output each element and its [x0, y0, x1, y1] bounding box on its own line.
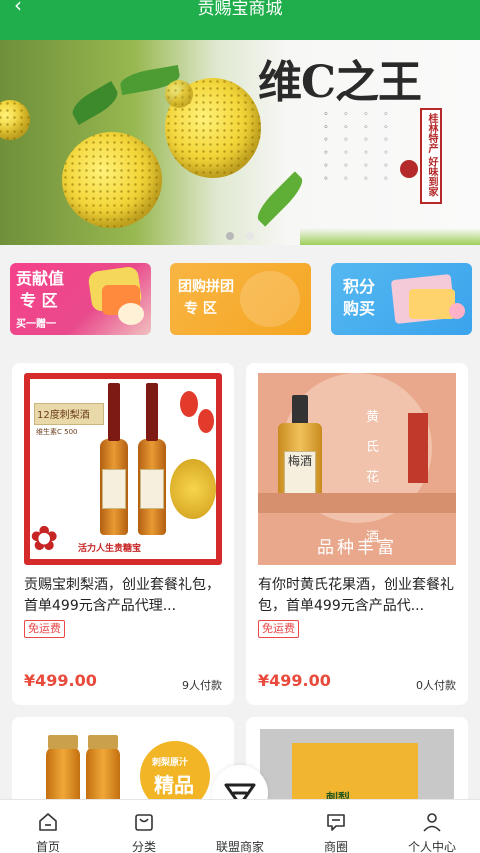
- sold-count: 0人付款: [416, 679, 456, 692]
- lantern-icon: [198, 409, 214, 433]
- product-vertical-text: 黄氏花果酒: [366, 410, 380, 545]
- free-shipping-tag: 免运费: [258, 620, 299, 638]
- seal-label: 桂林特产 好味到家: [420, 108, 442, 204]
- bottle-neck: [146, 383, 158, 441]
- promo-subtitle: 专 区: [20, 291, 58, 310]
- product-badge-big: 精品: [154, 773, 194, 797]
- promo-title: 团购拼团: [178, 279, 234, 295]
- table-surface: [258, 493, 456, 513]
- points-purchase-tile[interactable]: 积分 购买: [331, 263, 472, 335]
- bottle-label: 梅酒: [284, 451, 316, 495]
- bottle-cap: [88, 735, 118, 749]
- banner-caption: ◦ ◦ ◦ ◦ ◦ ◦: [381, 110, 391, 185]
- tab-label: 商圈: [323, 840, 348, 853]
- tab-label: 分类: [131, 840, 156, 853]
- product-side-label: [408, 413, 428, 483]
- product-card[interactable]: 黄氏花果酒 梅酒 品种丰富 有你时黄氏花果酒，创业套餐礼包，首单499元含产品代…: [246, 363, 468, 705]
- product-badge: 12度刺梨酒: [34, 403, 104, 425]
- bottle-label: [102, 469, 126, 509]
- fruit-image: [170, 459, 216, 519]
- product-image[interactable]: 12度刺梨酒 维生素C 500 ✿ 活力人生贵糖宝: [24, 373, 222, 565]
- promo-title: 贡献值: [16, 269, 65, 288]
- tab-alliance-merchants[interactable]: 联盟商家: [192, 800, 288, 853]
- banner-caption: ◦ ◦ ◦ ◦ ◦ ◦: [341, 110, 351, 185]
- product-card[interactable]: 12度刺梨酒 维生素C 500 ✿ 活力人生贵糖宝 贡赐宝刺梨酒，创业套餐礼包，…: [12, 363, 234, 705]
- group-buy-zone-tile[interactable]: 团购拼团 专 区: [170, 263, 311, 335]
- person-icon: [423, 813, 441, 832]
- card-illustration: [409, 289, 455, 319]
- bag-icon: [135, 814, 153, 831]
- tab-business-circle[interactable]: 商圈: [288, 800, 384, 853]
- flower-icon: ✿: [30, 519, 59, 559]
- contribution-zone-tile[interactable]: 贡献值 专 区 买一赠一: [10, 263, 151, 335]
- decoration: [240, 271, 300, 327]
- carousel-dot-active[interactable]: [226, 232, 234, 240]
- page-title: 贡赐宝商城: [197, 0, 283, 19]
- tab-label: 首页: [35, 840, 60, 853]
- lantern-icon: [180, 391, 198, 417]
- sold-count: 9人付款: [182, 679, 222, 692]
- tab-home[interactable]: 首页: [0, 800, 96, 853]
- banner-headline: 维C之王: [258, 57, 422, 108]
- promo-subtitle: 购买: [343, 299, 376, 318]
- home-icon: [39, 813, 57, 831]
- banner-caption: ◦ ◦ ◦ ◦ ◦ ◦: [361, 110, 371, 185]
- product-image[interactable]: 黄氏花果酒 梅酒 品种丰富: [258, 373, 456, 565]
- product-image-banner: 活力人生贵糖宝: [78, 544, 142, 554]
- tab-label: 联盟商家: [215, 840, 264, 853]
- bottle-neck: [108, 383, 120, 441]
- carousel-dot[interactable]: [246, 232, 254, 240]
- tab-label: 个人中心: [407, 840, 456, 853]
- coin-illustration: [118, 303, 144, 325]
- promo-small-text: 买一赠一: [16, 319, 56, 330]
- fruit-image: [165, 80, 193, 108]
- seal-text: 桂林特产 好味到家: [426, 113, 437, 197]
- leaf-shape: [252, 171, 308, 227]
- coin-illustration: [449, 303, 465, 319]
- tab-category[interactable]: 分类: [96, 800, 192, 853]
- product-price: ¥499.00: [258, 671, 331, 690]
- product-slogan: 品种丰富: [317, 538, 397, 558]
- promo-subtitle: 专 区: [184, 301, 217, 317]
- product-badge-sub: 维生素C 500: [36, 428, 78, 436]
- product-price: ¥499.00: [24, 671, 97, 690]
- chat-icon: [327, 814, 345, 831]
- grass-decoration: [300, 228, 480, 245]
- bottom-tab-bar: 首页 分类 联盟商家 商圈 个人中心: [0, 799, 480, 853]
- leaf-shape: [67, 80, 123, 126]
- promo-banner[interactable]: 维C之王 ◦ ◦ ◦ ◦ ◦ ◦ ◦ ◦ ◦ ◦ ◦ ◦ ◦ ◦ ◦ ◦ ◦ ◦…: [0, 40, 480, 245]
- promo-title: 积分: [343, 277, 376, 296]
- stamp-decoration: [400, 160, 418, 178]
- tab-profile[interactable]: 个人中心: [384, 800, 480, 853]
- fruit-image: [0, 100, 30, 140]
- free-shipping-tag: 免运费: [24, 620, 65, 638]
- bottle-cap: [48, 735, 78, 749]
- product-badge: 刺梨原汁: [152, 758, 189, 768]
- banner-caption: ◦ ◦ ◦ ◦ ◦ ◦: [321, 110, 331, 185]
- bottle-neck: [292, 395, 308, 425]
- product-name[interactable]: 贡赐宝刺梨酒，创业套餐礼包，首单499元含产品代理...: [24, 575, 230, 617]
- product-name[interactable]: 有你时黄氏花果酒，创业套餐礼包，首单499元含产品代...: [258, 575, 464, 617]
- fruit-image: [62, 132, 162, 228]
- top-header: ‹ 贡赐宝商城: [0, 0, 480, 40]
- bottle-label: [140, 469, 164, 509]
